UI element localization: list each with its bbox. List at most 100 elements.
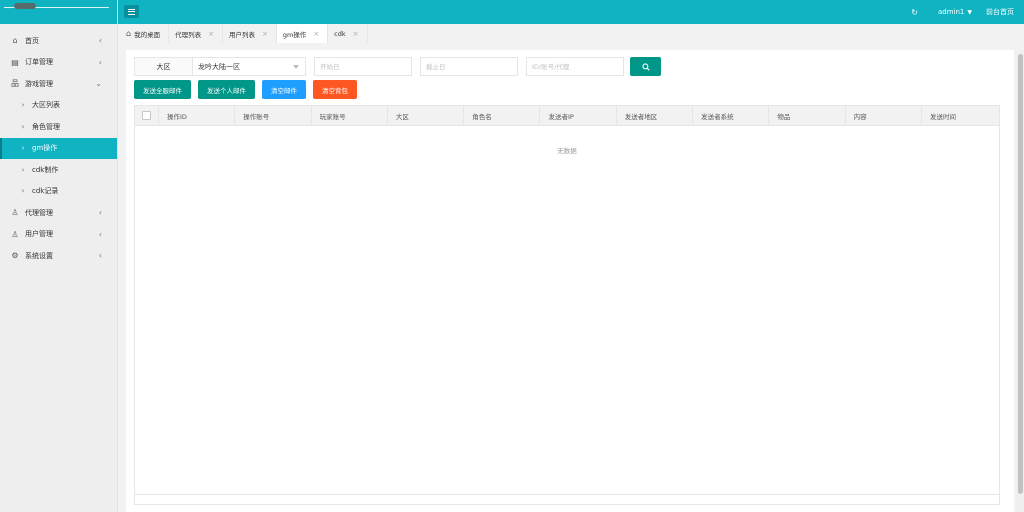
close-icon[interactable]: × [208,30,214,38]
region-label: 大区 [134,57,192,76]
tab-cdk[interactable]: cdk × [328,24,368,43]
chevron-right-icon: › [21,122,25,131]
front-page-link[interactable]: 前台首页 [986,7,1014,17]
column-header[interactable]: 大区 [388,106,465,125]
empty-state: 无数据 [557,147,577,155]
column-header[interactable]: 发送者IP [540,106,617,125]
column-header[interactable]: 内容 [846,106,922,125]
sidebar-item-roles[interactable]: › 角色管理 [0,116,117,138]
sidebar-item-settings[interactable]: ⚙ 系统设置 ‹ [0,245,117,267]
sidebar-menu: ⌂ 首页 ‹ ▤ 订单管理 ‹ 品 游戏管理 ⌄ › 大区列表 › 角色管理 ›… [0,24,117,267]
chevron-right-icon: › [21,101,25,110]
gear-icon: ⚙ [11,251,19,261]
sidebar-item-home[interactable]: ⌂ 首页 ‹ [0,30,117,52]
send-all-mail-button[interactable]: 发送全服邮件 [134,80,191,99]
user-icon: ♙ [11,208,19,218]
sidebar-item-agents[interactable]: ♙ 代理管理 ‹ [0,202,117,224]
scrollbar[interactable] [1016,50,1024,512]
sidebar-item-label: 系统设置 [25,251,53,260]
tab-label: cdk [334,29,346,38]
tab-gm[interactable]: gm操作 × [276,24,329,43]
sidebar: ⌂ 首页 ‹ ▤ 订单管理 ‹ 品 游戏管理 ⌄ › 大区列表 › 角色管理 ›… [0,0,118,512]
tab-label: 我的桌面 [134,30,161,39]
tab-label: gm操作 [282,30,307,39]
sidebar-item-cdk-make[interactable]: › cdk制作 [0,159,117,181]
column-header[interactable]: 发送时间 [922,106,999,125]
user-icon: ♙ [11,229,19,239]
close-icon[interactable]: × [353,30,359,38]
column-header[interactable]: 玩家账号 [312,106,388,125]
column-header[interactable]: 操作账号 [235,106,312,125]
header-checkbox-cell [135,106,159,125]
chevron-left-icon: ‹ [98,57,102,67]
region-select-value: 龙吟大陆一区 [198,62,240,71]
region-select[interactable]: 龙吟大陆一区 [192,57,306,76]
sidebar-item-label: 用户管理 [25,230,53,239]
caret-down-icon: ▼ [967,9,972,16]
sidebar-item-label: gm操作 [32,144,58,153]
select-all-checkbox[interactable] [142,111,151,120]
column-header[interactable]: 发送者系统 [693,106,770,125]
action-buttons: 发送全服邮件 发送个人邮件 清空邮件 清空背包 [134,80,364,99]
chevron-right-icon: › [21,187,25,196]
chevron-left-icon: ‹ [98,208,102,218]
chevron-left-icon: ‹ [98,251,102,261]
end-date-input[interactable] [420,57,518,76]
sidebar-item-label: 首页 [25,36,39,45]
chevron-right-icon: › [21,144,25,153]
sidebar-item-region-list[interactable]: › 大区列表 [0,95,117,117]
sidebar-item-label: 游戏管理 [25,79,53,88]
data-table: 操作ID 操作账号 玩家账号 大区 角色名 发送者IP 发送者地区 发送者系统 … [134,105,1000,505]
start-date-input[interactable] [314,57,412,76]
order-icon: ▤ [11,57,19,67]
sidebar-item-users[interactable]: ♙ 用户管理 ‹ [0,224,117,246]
table-footer [135,494,999,504]
column-header[interactable]: 操作ID [159,106,236,125]
top-bar: ↻ admin1 ▼ 前台首页 [118,0,1024,24]
sitemap-icon: 品 [11,79,19,89]
clear-mail-button[interactable]: 清空邮件 [262,80,306,99]
sidebar-item-gm[interactable]: › gm操作 [0,137,117,159]
search-icon [641,62,650,71]
search-button[interactable] [630,57,661,76]
tab-label: 代理列表 [175,30,202,39]
column-header[interactable]: 角色名 [464,106,541,125]
clear-bag-button[interactable]: 清空背包 [313,80,357,99]
dropdown-arrow-icon [293,65,299,69]
sidebar-item-games[interactable]: 品 游戏管理 ⌄ [0,73,117,95]
menu-toggle-icon[interactable] [124,5,139,18]
send-personal-mail-button[interactable]: 发送个人邮件 [198,80,255,99]
tab-agent-list[interactable]: 代理列表 × [169,24,223,43]
chevron-down-icon: ⌄ [95,79,102,89]
column-header[interactable]: 发送者地区 [617,106,694,125]
close-icon[interactable]: × [262,30,268,38]
close-icon[interactable]: × [313,30,319,38]
sidebar-item-label: 大区列表 [32,101,60,110]
filter-bar: 大区 龙吟大陆一区 [134,57,661,76]
scrollbar-thumb[interactable] [1017,54,1023,494]
user-menu[interactable]: admin1 ▼ [938,8,972,16]
sidebar-item-label: 角色管理 [32,122,60,131]
username: admin1 [937,8,965,16]
sidebar-item-label: cdk记录 [32,187,59,196]
logo [0,0,117,24]
chevron-right-icon: › [21,165,25,174]
search-input[interactable] [526,57,624,76]
sidebar-item-label: 代理管理 [25,208,53,217]
main-content: 大区 龙吟大陆一区 发送全服邮件 发送个人邮件 清空邮件 清空背包 操作ID 操… [126,50,1014,512]
refresh-icon[interactable]: ↻ [911,8,918,17]
column-header[interactable]: 物品 [769,106,846,125]
sidebar-item-orders[interactable]: ▤ 订单管理 ‹ [0,52,117,74]
sidebar-item-label: cdk制作 [32,165,59,174]
sidebar-item-label: 订单管理 [25,58,53,67]
tab-desktop[interactable]: ⌂ 我的桌面 [120,24,170,43]
table-header: 操作ID 操作账号 玩家账号 大区 角色名 发送者IP 发送者地区 发送者系统 … [135,106,999,126]
tab-bar: ⌂ 我的桌面 代理列表 × 用户列表 × gm操作 × cdk × [118,24,1024,43]
logo-mark [14,3,36,9]
tab-label: 用户列表 [228,30,255,39]
chevron-left-icon: ‹ [98,229,102,239]
tab-user-list[interactable]: 用户列表 × [223,24,277,43]
home-icon: ⌂ [126,29,132,38]
sidebar-item-cdk-records[interactable]: › cdk记录 [0,181,117,203]
home-icon: ⌂ [12,36,18,46]
